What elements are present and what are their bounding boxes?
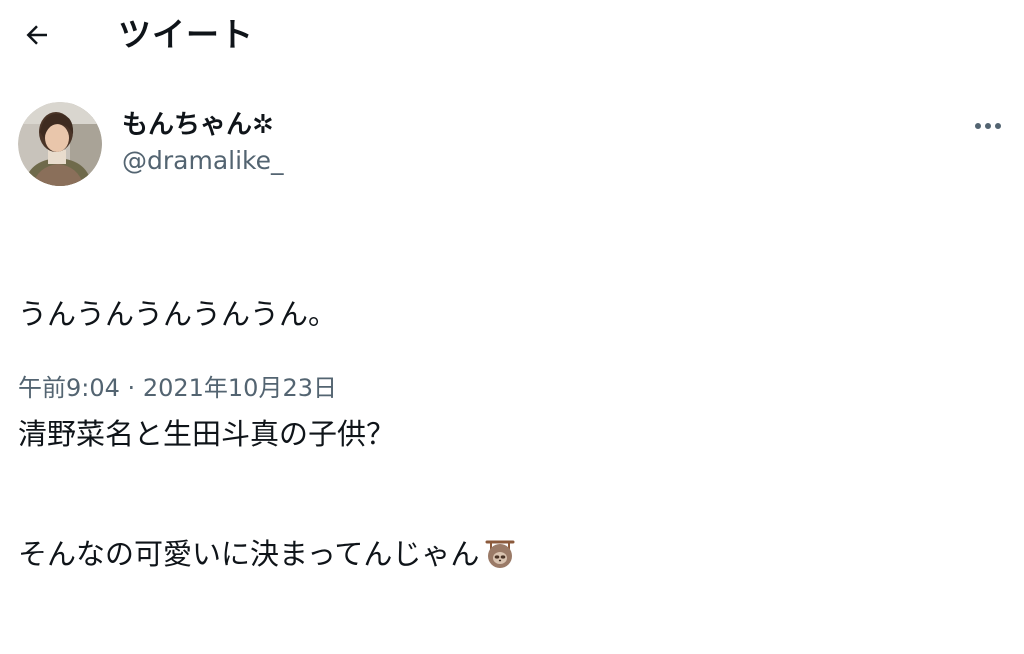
tweet-text-line: うんうんうんうんうん。 (18, 297, 338, 331)
timestamp-separator: · (127, 374, 136, 402)
user-handle[interactable]: @dramalike_ (122, 145, 284, 177)
tweet-date: 2021年10月23日 (142, 374, 337, 402)
tweet-timestamp[interactable]: 午前9:04 · 2021年10月23日 (18, 372, 337, 404)
page-title: ツイート (118, 15, 254, 54)
tweet-time: 午前9:04 (18, 374, 120, 402)
tweet-text-line: そんなの可愛いに決まってんじゃん (18, 534, 517, 574)
display-name[interactable]: もんちゃん✲ (122, 108, 274, 142)
avatar[interactable] (18, 102, 102, 186)
tweet-text: うんうんうんうんうん。 清野菜名と生田斗真の子供？ そんなの可愛いに決まってんじ… (18, 214, 517, 654)
tweet-text-line: 清野菜名と生田斗真の子供？ (18, 417, 396, 451)
more-options-button[interactable] (966, 110, 1010, 142)
back-button[interactable] (16, 14, 58, 56)
more-horizontal-icon (975, 123, 1001, 129)
avatar-image (18, 102, 102, 186)
sloth-icon (483, 536, 517, 580)
page-header: ツイート (0, 0, 1024, 72)
tweet-text-line-content: そんなの可愛いに決まってんじゃん (18, 537, 480, 571)
arrow-left-icon (26, 25, 47, 45)
